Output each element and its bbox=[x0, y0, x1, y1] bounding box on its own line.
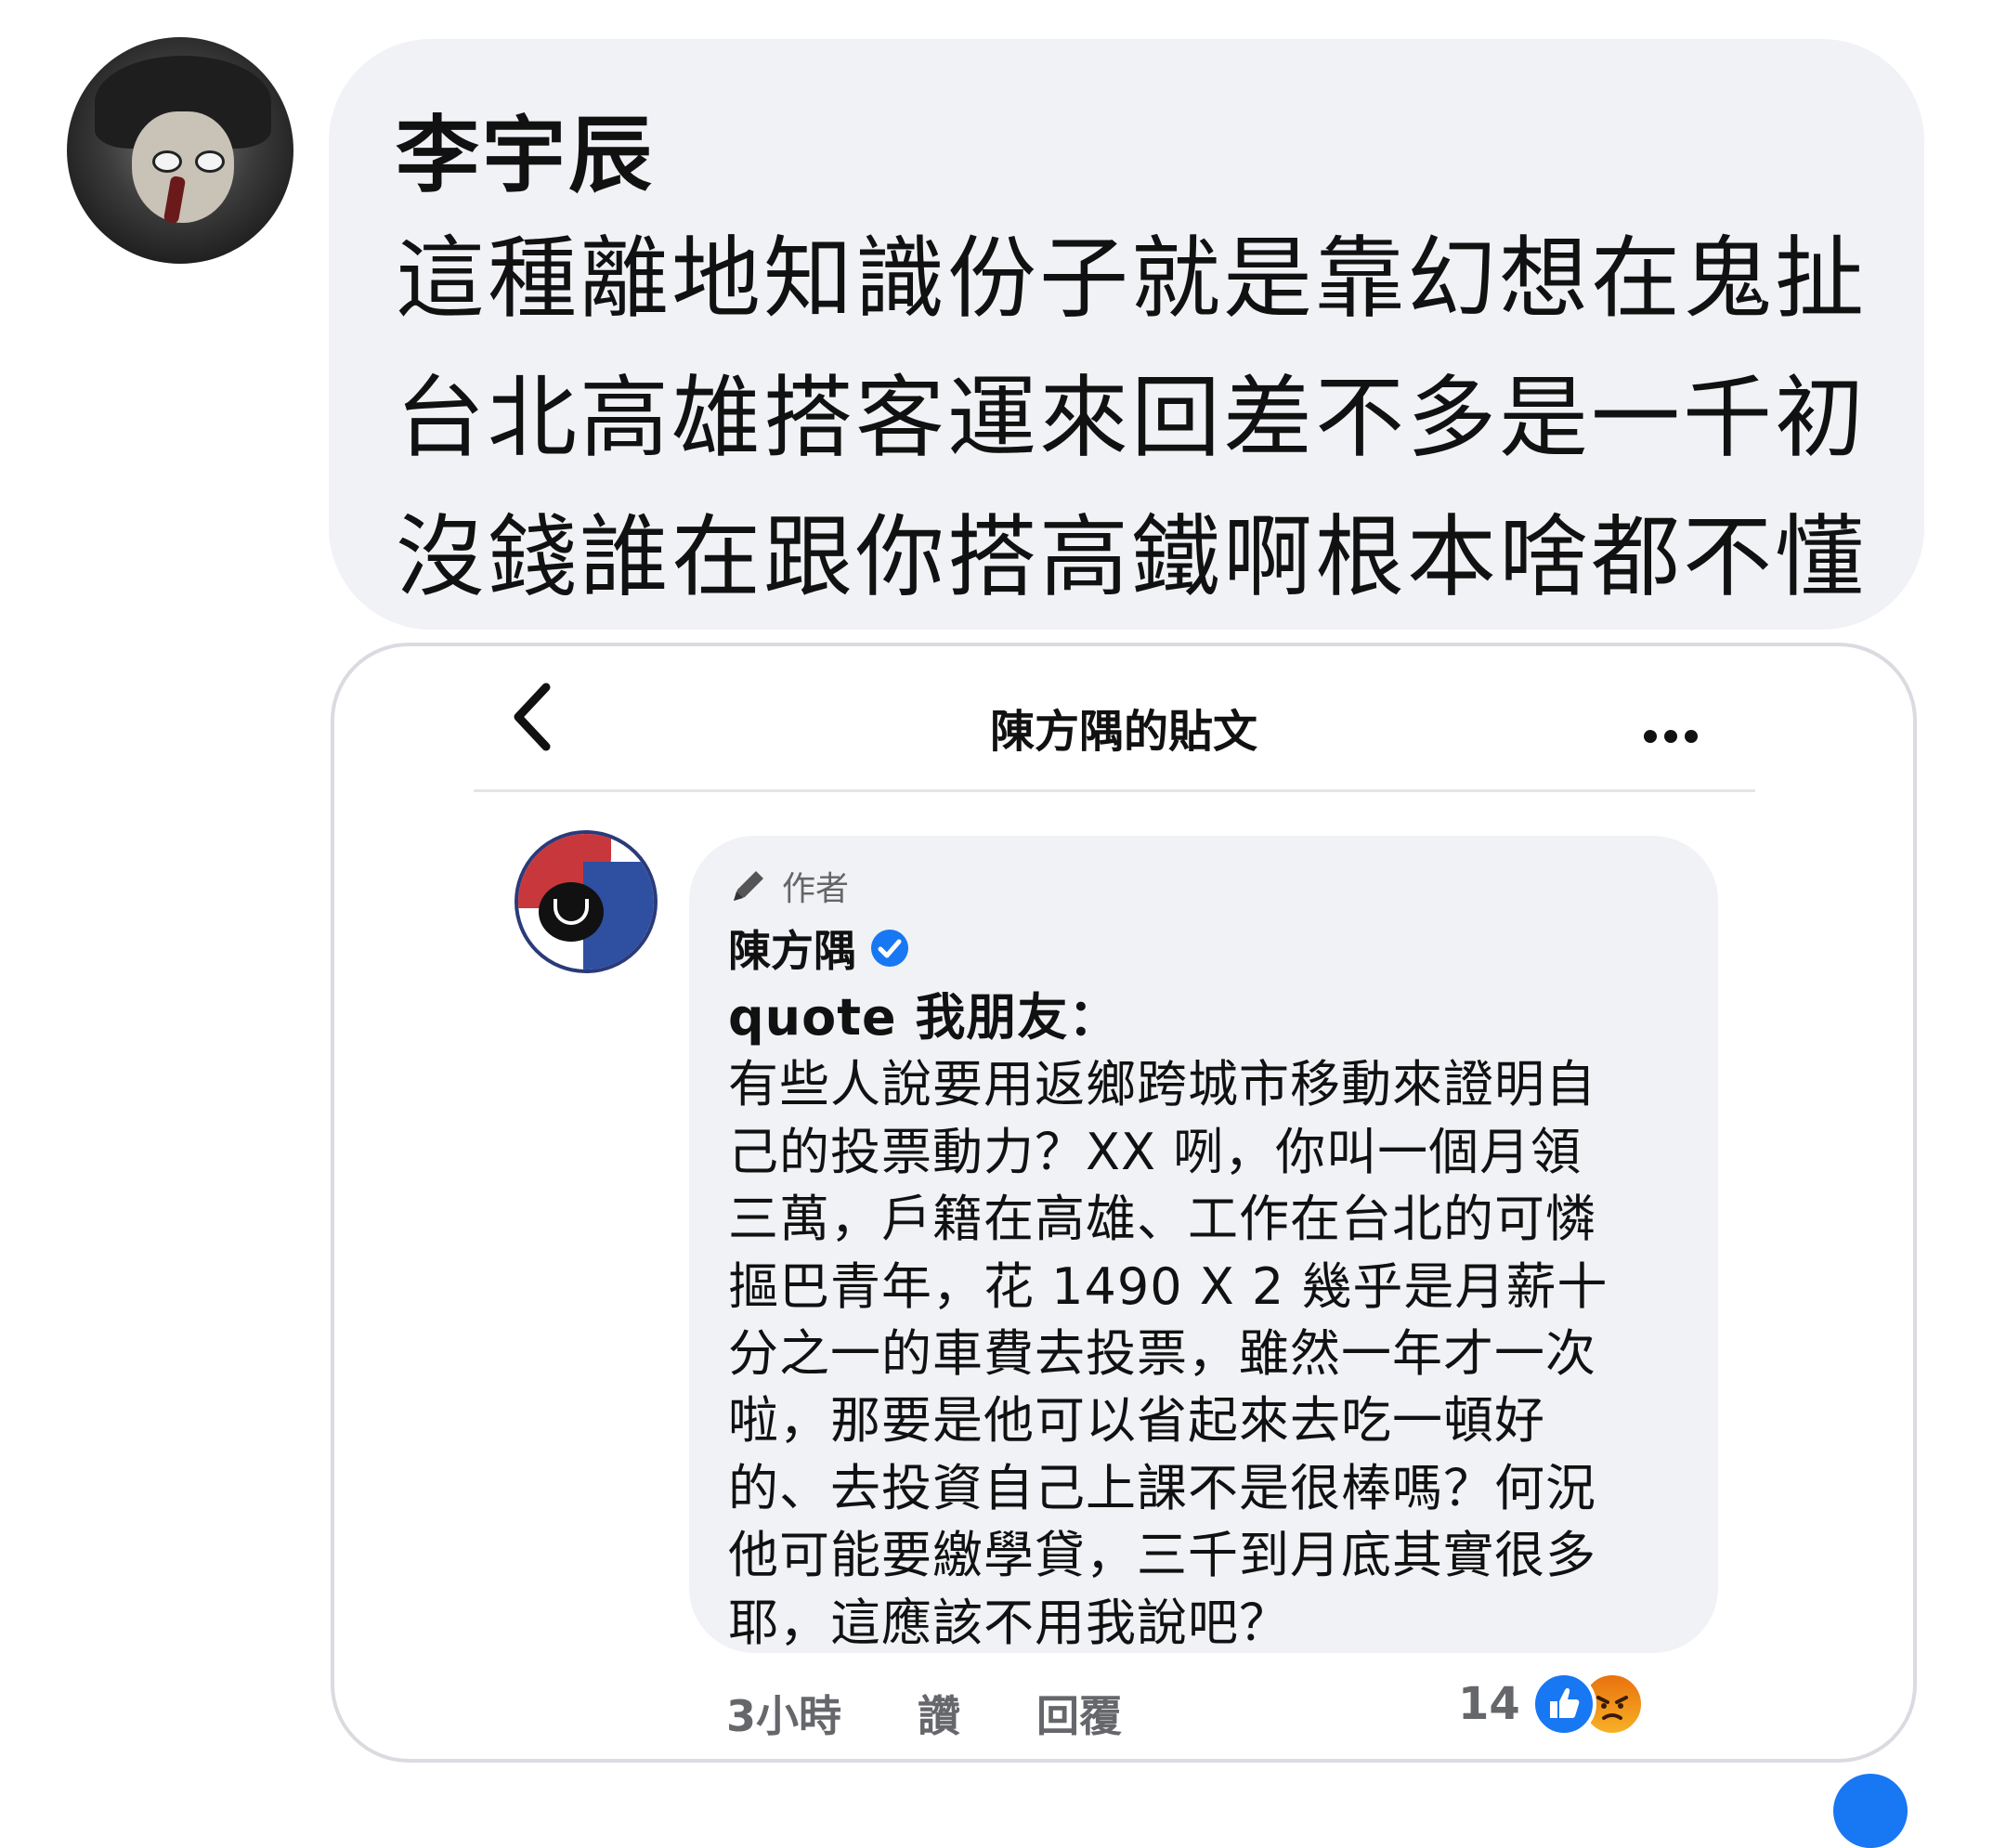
reply-author-label[interactable]: 陳方隅 bbox=[728, 917, 856, 979]
pen-icon bbox=[734, 871, 763, 901]
reply-text-line: 有些人說要用返鄉跨城市移動來證明自 bbox=[728, 1055, 1596, 1114]
chevron-left-icon[interactable] bbox=[505, 680, 561, 754]
screenshot-content: 陳方隅的貼文 作者 陳方隅 quote 我朋友： 有些人說要用返鄉跨城市移動來證… bbox=[474, 646, 1755, 1742]
reply-button[interactable]: 回覆 bbox=[1036, 1691, 1122, 1741]
reply-actions: 3小時 讚 回覆 bbox=[726, 1683, 1183, 1744]
reply-author-name[interactable]: 陳方隅 bbox=[728, 917, 910, 979]
partial-avatar-icon bbox=[1833, 1774, 1908, 1848]
reply-text-line: quote 我朋友： bbox=[728, 988, 1120, 1047]
reply-text-line: 己的投票動力？XX 咧，你叫一個月領 bbox=[728, 1122, 1583, 1181]
reply-text-line: 耶，這應該不用我說吧？ bbox=[728, 1593, 1290, 1652]
like-icon bbox=[1531, 1672, 1596, 1737]
page-avatar[interactable] bbox=[515, 830, 658, 973]
comment-author-name[interactable]: 李宇辰 bbox=[396, 87, 655, 208]
reply-text-line: 分之一的車費去投票，雖然一年才一次 bbox=[728, 1324, 1596, 1384]
reply-text: quote 我朋友： 有些人說要用返鄉跨城市移動來證明自 己的投票動力？XX 咧… bbox=[728, 984, 1694, 1657]
reaction-count[interactable]: 14 bbox=[1458, 1678, 1520, 1730]
attached-screenshot[interactable]: 陳方隅的貼文 作者 陳方隅 quote 我朋友： 有些人說要用返鄉跨城市移動來證… bbox=[331, 643, 1917, 1763]
like-button[interactable]: 讚 bbox=[918, 1691, 960, 1741]
commenter-avatar[interactable] bbox=[67, 37, 293, 264]
more-dots-icon[interactable] bbox=[1644, 709, 1705, 752]
reply-timestamp[interactable]: 3小時 bbox=[726, 1691, 841, 1741]
post-title: 陳方隅的貼文 bbox=[989, 706, 1257, 758]
comment-bubble: 李宇辰 這種離地知識份子就是靠幻想在鬼扯 台北高雄搭客運來回差不多是一千初 沒錢… bbox=[329, 39, 1924, 630]
verified-badge-icon bbox=[871, 930, 908, 967]
author-badge: 作者 bbox=[728, 862, 849, 910]
comment-text-line: 沒錢誰在跟你搭高鐵啊根本啥都不懂 bbox=[396, 505, 1867, 609]
reply-bubble: 作者 陳方隅 quote 我朋友： 有些人說要用返鄉跨城市移動來證明自 己的投票… bbox=[689, 836, 1718, 1653]
reply-text-line: 摳巴青年，花 1490 X 2 幾乎是月薪十 bbox=[728, 1256, 1609, 1316]
reply-text-line: 啦，那要是他可以省起來去吃一頓好 bbox=[728, 1391, 1545, 1451]
comment-text-line: 台北高雄搭客運來回差不多是一千初 bbox=[396, 366, 1867, 470]
reply-text-line: 三萬，戶籍在高雄、工作在台北的可憐 bbox=[728, 1190, 1596, 1249]
author-badge-label: 作者 bbox=[782, 870, 850, 908]
divider bbox=[474, 789, 1755, 792]
reply-text-line: 的、去投資自己上課不是很棒嗎？何況 bbox=[728, 1458, 1596, 1517]
comment-text-line: 這種離地知識份子就是靠幻想在鬼扯 bbox=[396, 227, 1867, 331]
reaction-summary[interactable]: 14 bbox=[1458, 1672, 1645, 1737]
reply-text-line: 他可能要繳學貸，三千到月底其實很多 bbox=[728, 1526, 1596, 1585]
